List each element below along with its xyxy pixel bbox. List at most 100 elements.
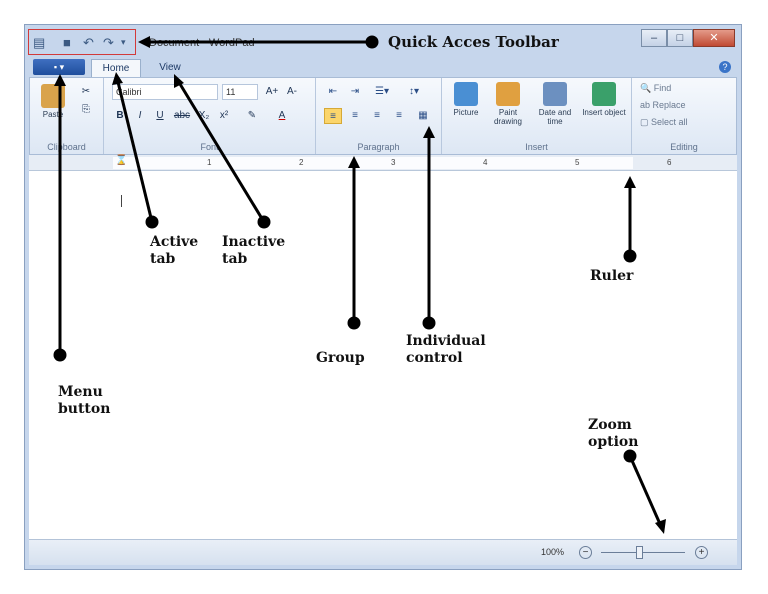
paragraph-dialog-icon[interactable]: ▦	[414, 108, 432, 124]
datetime-label: Date and time	[538, 108, 572, 126]
annotation-menu-line1: Menu	[58, 384, 103, 400]
tab-home[interactable]: Home	[91, 59, 141, 77]
ruler[interactable]: ⌛ 1 2 3 4 5 6	[29, 155, 737, 171]
ruler-tick: 3	[391, 158, 396, 167]
ruler-tick: 6	[667, 158, 672, 167]
strikethrough-button[interactable]: abc	[172, 108, 192, 124]
menu-button[interactable]: ▪ ▾	[33, 59, 85, 75]
paint-drawing-button[interactable]: Paint drawing	[488, 82, 528, 126]
find-button[interactable]: 🔍 Find	[640, 83, 671, 94]
subscript-button[interactable]: X₂	[196, 108, 212, 124]
object-label: Insert object	[582, 108, 626, 117]
font-size-select[interactable]: 11	[222, 84, 258, 100]
window-controls: – □ ✕	[641, 29, 735, 49]
italic-button[interactable]: I	[132, 108, 148, 124]
picture-icon	[454, 82, 478, 106]
group-label-insert: Insert	[525, 142, 548, 152]
bullets-icon[interactable]: ☰▾	[368, 84, 396, 100]
indent-marker-icon[interactable]: ⌛	[115, 155, 127, 166]
copy-icon[interactable]: ⎘	[78, 102, 94, 118]
picture-button[interactable]: Picture	[448, 82, 484, 117]
paste-label: Paste	[42, 110, 64, 119]
clipboard-icon	[41, 84, 65, 108]
annotation-menu-line2: button	[58, 401, 111, 417]
group-editing: 🔍 Find ab Replace ▢ Select all Editing	[632, 78, 736, 154]
justify-icon[interactable]: ≡	[390, 108, 408, 124]
wordpad-window: ▤ ■ ↶ ↷ ▾ Document - WordPad – □ ✕ ▪ ▾ H…	[24, 24, 742, 570]
zoom-in-icon[interactable]: +	[695, 546, 708, 559]
close-button[interactable]: ✕	[693, 29, 735, 47]
save-icon[interactable]: ■	[63, 36, 71, 49]
help-icon[interactable]: ?	[719, 61, 731, 73]
highlight-icon[interactable]: ✎	[244, 108, 260, 124]
annotation-qat: Quick Acces Toolbar	[388, 33, 559, 51]
group-label-editing: Editing	[670, 142, 698, 152]
group-label-paragraph: Paragraph	[357, 142, 400, 152]
find-label: Find	[653, 83, 672, 93]
app-icon[interactable]: ▤	[33, 36, 45, 49]
shrink-font-button[interactable]: A-	[284, 84, 300, 100]
paint-label: Paint drawing	[493, 108, 522, 126]
annotation-zoom-line1: Zoom	[588, 417, 632, 433]
group-label-clipboard: Clipboard	[47, 142, 86, 152]
picture-label: Picture	[453, 108, 479, 117]
object-icon	[592, 82, 616, 106]
group-font: Calibri 11 A+ A- B I U abc X₂ x² ✎ A Fon…	[104, 78, 316, 154]
font-size-value: 11	[226, 87, 236, 97]
ruler-tick: 2	[299, 158, 304, 167]
ruler-text-area	[113, 157, 633, 169]
underline-button[interactable]: U	[152, 108, 168, 124]
group-clipboard: Paste ✂ ⎘ Clipboard	[30, 78, 104, 154]
select-all-label: Select all	[651, 117, 688, 127]
decrease-indent-icon[interactable]: ⇤	[324, 84, 342, 100]
zoom-out-icon[interactable]: −	[579, 546, 592, 559]
annotation-inactive-tab-line2: tab	[222, 251, 248, 267]
zoom-level: 100%	[541, 547, 565, 557]
ruler-tick: 4	[483, 158, 488, 167]
grow-font-button[interactable]: A+	[264, 84, 280, 100]
align-right-icon[interactable]: ≡	[368, 108, 386, 124]
insert-object-button[interactable]: Insert object	[582, 82, 626, 117]
annotation-active-tab-line2: tab	[150, 251, 176, 267]
annotation-ruler: Ruler	[590, 268, 634, 284]
group-label-font: Font	[200, 142, 219, 152]
text-caret	[121, 195, 122, 207]
ruler-tick: 5	[575, 158, 580, 167]
annotation-control: Individual control	[406, 333, 486, 367]
minimize-button[interactable]: –	[641, 29, 667, 47]
replace-label: Replace	[652, 100, 686, 110]
ruler-tick: 1	[207, 158, 212, 167]
font-color-button[interactable]: A	[274, 108, 290, 124]
font-family-select[interactable]: Calibri	[112, 84, 218, 100]
bold-button[interactable]: B	[112, 108, 128, 124]
cut-icon[interactable]: ✂	[78, 84, 94, 100]
paste-button[interactable]: Paste	[36, 84, 70, 119]
window-title: Document - WordPad	[149, 37, 255, 49]
annotation-menu: Menu button	[58, 384, 110, 418]
annotation-active-tab: Active tab	[150, 234, 198, 268]
replace-button[interactable]: ab Replace	[640, 100, 686, 110]
annotation-control-line1: Individual	[406, 333, 486, 349]
zoom-slider-track[interactable]	[601, 552, 685, 553]
annotation-active-tab-line1: Active	[150, 234, 199, 250]
annotation-zoom: Zoom option	[588, 417, 638, 451]
zoom-slider-thumb[interactable]	[636, 546, 643, 559]
maximize-button[interactable]: □	[667, 29, 693, 47]
select-all-button[interactable]: ▢ Select all	[640, 117, 688, 128]
undo-icon[interactable]: ↶	[83, 36, 94, 49]
title-bar: ▤ ■ ↶ ↷ ▾ Document - WordPad – □ ✕	[25, 25, 741, 57]
status-bar: 100% − +	[29, 539, 737, 565]
annotation-group: Group	[316, 350, 365, 366]
date-time-button[interactable]: Date and time	[532, 82, 578, 126]
document-area[interactable]	[29, 171, 737, 539]
tab-view[interactable]: View	[147, 59, 193, 77]
annotation-control-line2: control	[406, 350, 463, 366]
align-center-icon[interactable]: ≡	[346, 108, 364, 124]
increase-indent-icon[interactable]: ⇥	[346, 84, 364, 100]
group-insert: Picture Paint drawing Date and time Inse…	[442, 78, 632, 154]
qat-dropdown-icon[interactable]: ▾	[121, 36, 126, 49]
align-left-icon[interactable]: ≡	[324, 108, 342, 124]
line-spacing-icon[interactable]: ↕▾	[400, 84, 428, 100]
redo-icon[interactable]: ↷	[103, 36, 114, 49]
superscript-button[interactable]: x²	[216, 108, 232, 124]
